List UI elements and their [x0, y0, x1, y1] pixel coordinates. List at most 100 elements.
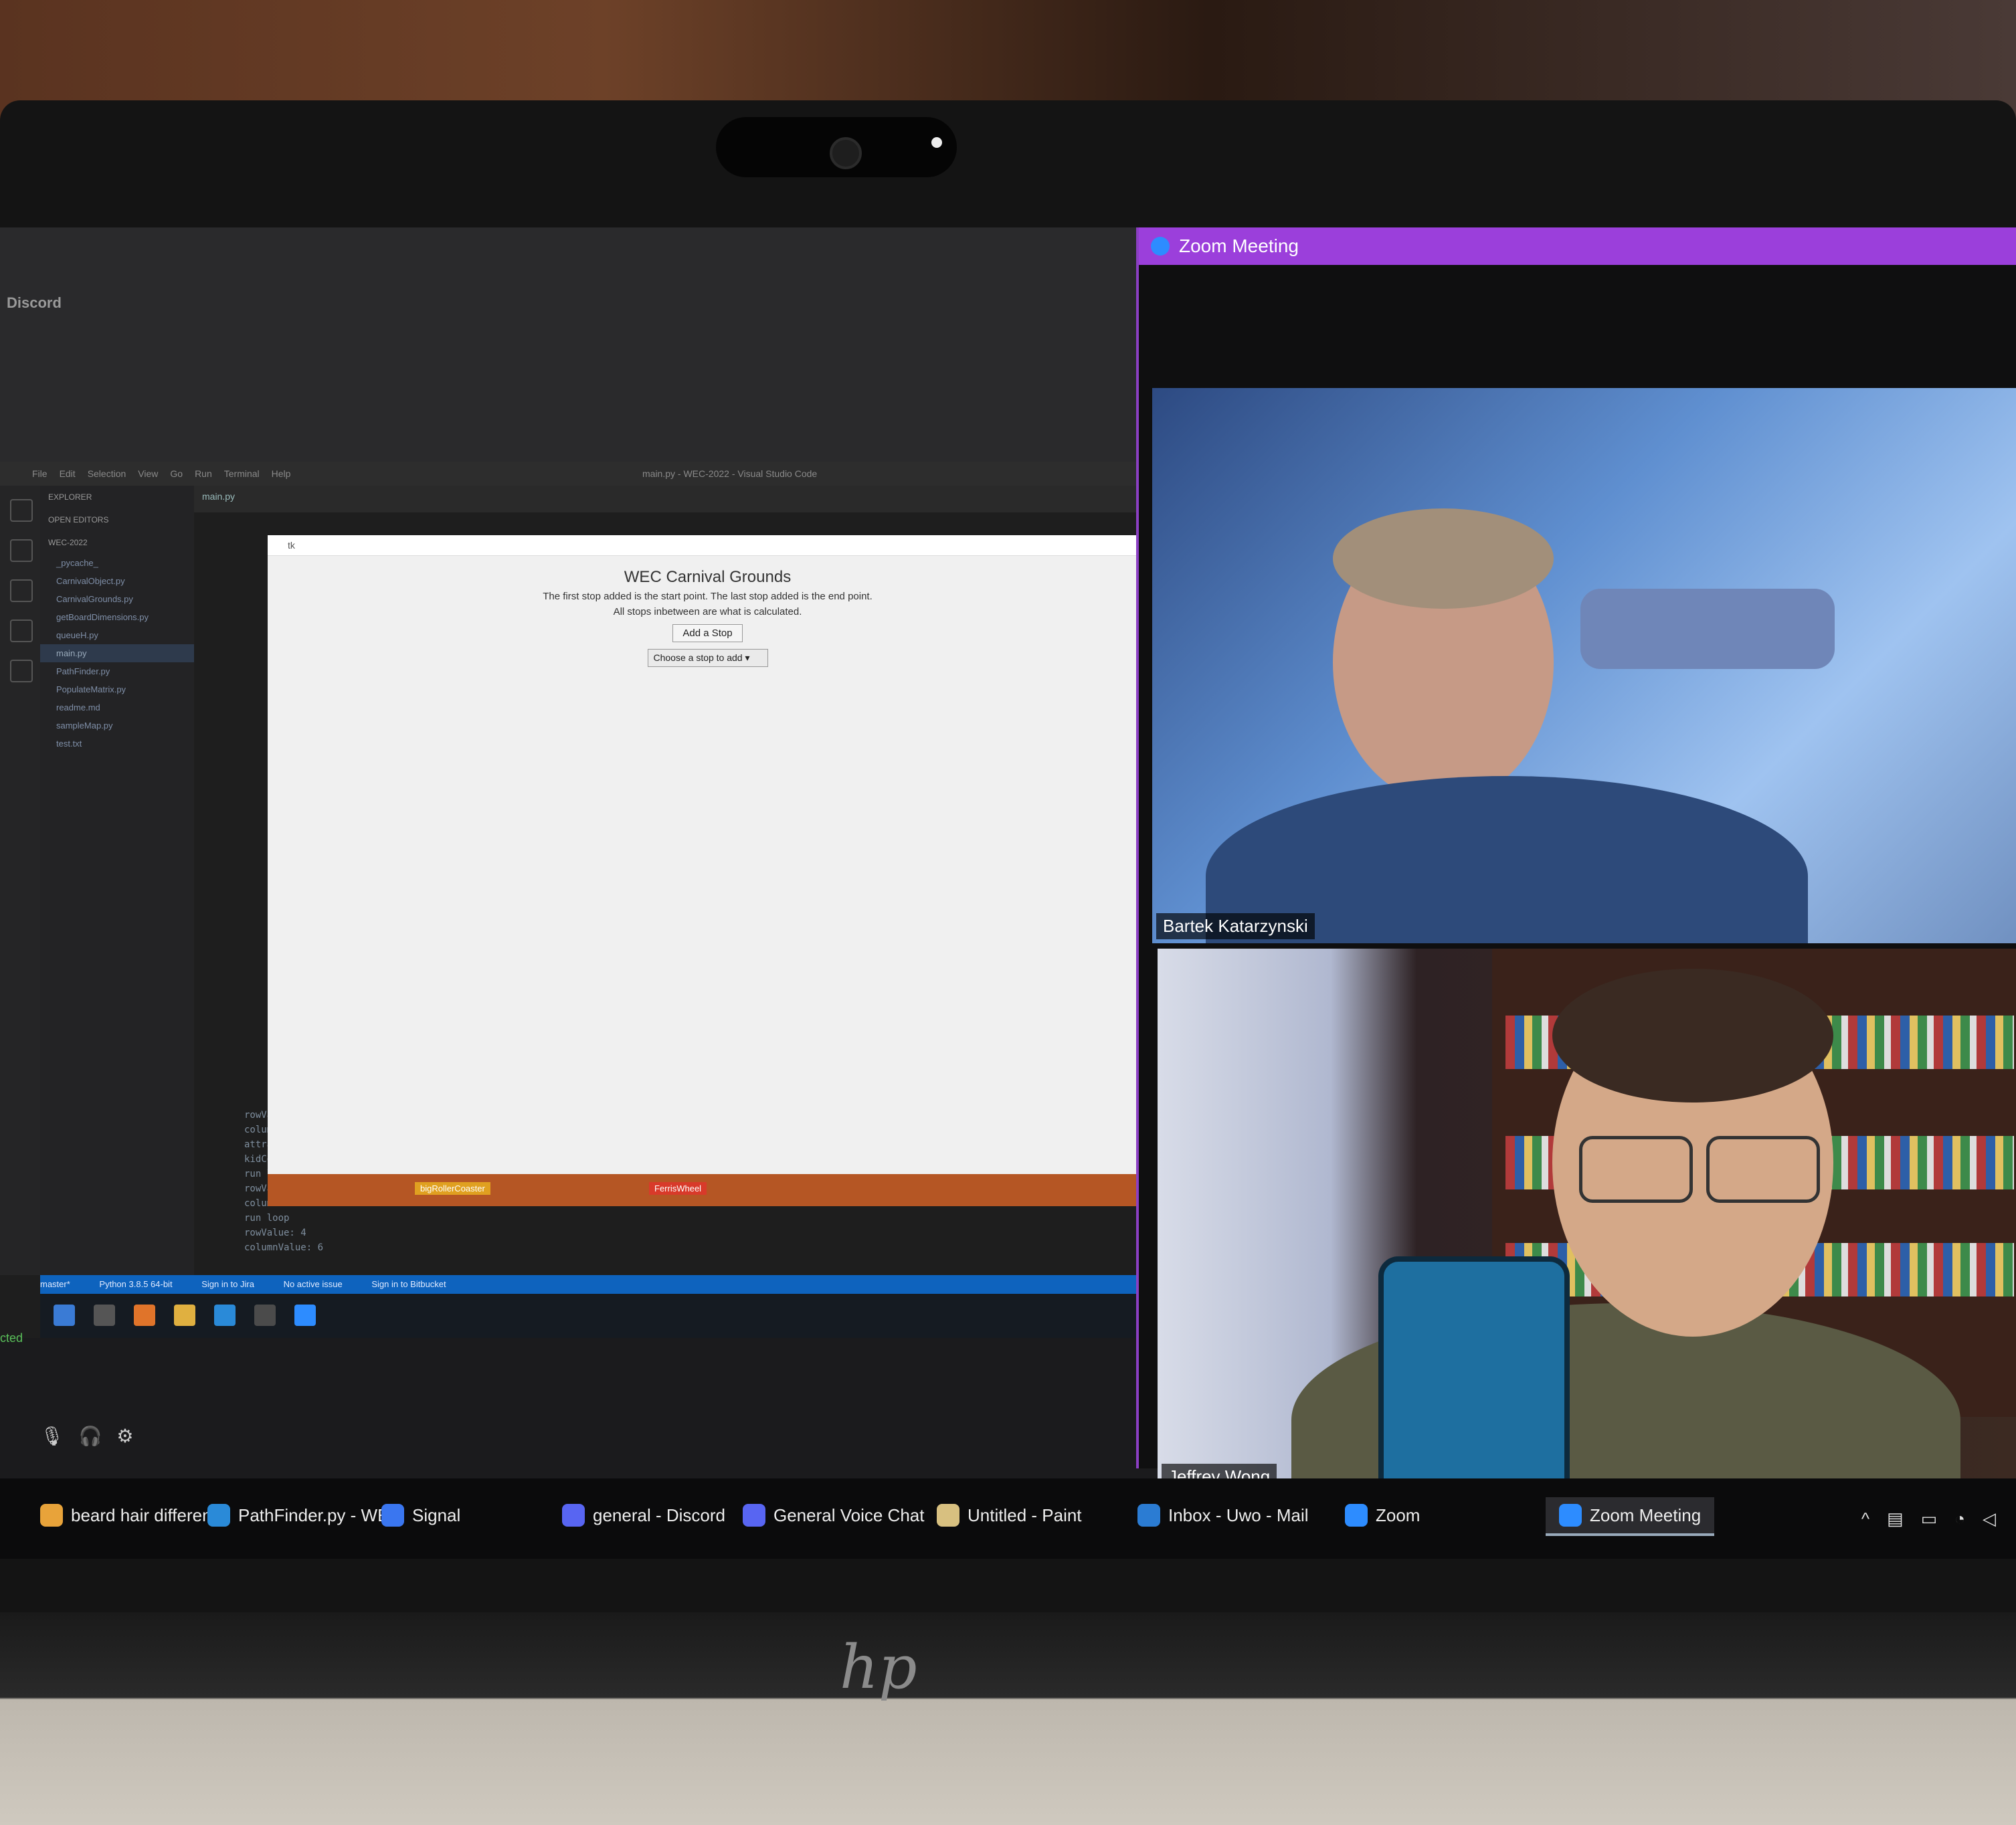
file-item[interactable]: CarnivalObject.py — [40, 572, 194, 590]
chevron-up-icon[interactable]: ^ — [1861, 1509, 1869, 1529]
taskbar-discord[interactable]: general - Discord — [562, 1497, 725, 1533]
file-item[interactable]: test.txt — [40, 735, 194, 753]
taskbar-paint[interactable]: Untitled - Paint — [937, 1497, 1082, 1533]
terminal-path-strip: bigRollerCoaster FerrisWheel — [268, 1174, 1148, 1206]
wifi-icon[interactable]: ◔ — [1954, 1509, 1965, 1529]
menu-help[interactable]: Help — [272, 468, 291, 479]
terminal-cell: FerrisWheel — [649, 1182, 707, 1195]
discord-window-top — [0, 227, 1137, 462]
explorer-icon[interactable] — [10, 499, 33, 522]
paint-icon — [937, 1504, 959, 1527]
file-item[interactable]: readme.md — [40, 698, 194, 716]
vscode-statusbar: master* Python 3.8.5 64-bit Sign in to J… — [40, 1275, 1144, 1294]
gear-icon[interactable]: ⚙ — [116, 1425, 133, 1447]
extensions-icon[interactable] — [10, 660, 33, 682]
vscode-icon[interactable] — [214, 1305, 236, 1326]
phone-image — [1378, 1256, 1570, 1494]
taskbar-discord-voice[interactable]: General Voice Chat — [743, 1497, 924, 1533]
taskbar-signal[interactable]: Signal — [381, 1497, 460, 1533]
network-icon[interactable]: ▤ — [1887, 1509, 1904, 1529]
webcam-lens — [830, 137, 862, 169]
vscode-menubar: File Edit Selection View Go Run Terminal… — [0, 462, 1144, 486]
taskbar-label: Zoom — [1376, 1505, 1421, 1525]
headphones-icon[interactable]: 🎧 — [79, 1425, 102, 1447]
search-icon[interactable] — [10, 539, 33, 562]
open-editors-header[interactable]: OPEN EDITORS — [40, 508, 194, 531]
code-line: rowValue: 4 — [244, 1228, 306, 1238]
chair-image — [1580, 589, 1835, 669]
discord-title: Discord — [7, 294, 62, 311]
taskbar-label: Untitled - Paint — [968, 1505, 1082, 1525]
status-branch[interactable]: master* — [40, 1279, 70, 1289]
menu-file[interactable]: File — [32, 468, 48, 479]
status-issue[interactable]: No active issue — [284, 1279, 343, 1289]
file-item[interactable]: PathFinder.py — [40, 662, 194, 680]
battery-icon[interactable]: ▭ — [1921, 1509, 1938, 1529]
zoom-icon[interactable] — [294, 1305, 316, 1326]
system-tray: ^ ▤ ▭ ◔ ◁ — [1861, 1509, 1996, 1529]
app-instruction-2: All stops inbetween are what is calculat… — [613, 606, 802, 617]
carnival-app-window: tk WEC Carnival Grounds The first stop a… — [268, 535, 1148, 1174]
source-control-icon[interactable] — [10, 579, 33, 602]
discord-controls: 🎙 🎧 ⚙ — [40, 1425, 134, 1447]
file-item[interactable]: PopulateMatrix.py — [40, 680, 194, 698]
menu-terminal[interactable]: Terminal — [224, 468, 260, 479]
folder-icon[interactable] — [174, 1305, 195, 1326]
taskbar-zoom[interactable]: Zoom — [1345, 1497, 1420, 1533]
stop-select-label: Choose a stop to add — [653, 652, 743, 663]
code-line: columnValue: 6 — [244, 1242, 324, 1253]
tk-titlebar: tk — [268, 535, 1148, 556]
menu-view[interactable]: View — [138, 468, 158, 479]
glasses-image — [1706, 1136, 1820, 1203]
windows-start-icon[interactable] — [54, 1305, 75, 1326]
taskbar-chrome[interactable]: beard hair different... — [40, 1497, 231, 1533]
volume-icon[interactable]: ◁ — [1983, 1509, 1996, 1529]
menu-run[interactable]: Run — [195, 468, 212, 479]
microphone-icon[interactable]: 🎙 — [40, 1425, 64, 1447]
file-item[interactable]: _pycache_ — [40, 554, 194, 572]
participant-name: Bartek Katarzynski — [1156, 913, 1315, 939]
menu-edit[interactable]: Edit — [60, 468, 76, 479]
chevron-down-icon: ▾ — [745, 652, 750, 663]
vscode-menu: File Edit Selection View Go Run Terminal… — [32, 468, 290, 479]
file-item[interactable]: CarnivalGrounds.py — [40, 590, 194, 608]
run-debug-icon[interactable] — [10, 619, 33, 642]
file-item[interactable]: sampleMap.py — [40, 716, 194, 735]
status-python[interactable]: Python 3.8.5 64-bit — [99, 1279, 172, 1289]
windows-taskbar: beard hair different... PathFinder.py - … — [0, 1478, 2016, 1559]
zoom-icon — [1345, 1504, 1368, 1527]
vscode-window-title: main.py - WEC-2022 - Visual Studio Code — [642, 468, 818, 479]
taskbar-label: Zoom Meeting — [1590, 1505, 1702, 1525]
explorer-header: EXPLORER — [48, 492, 92, 502]
taskbar-vscode[interactable]: PathFinder.py - WE... — [207, 1497, 403, 1533]
video-tile[interactable]: Jeffrey Wong — [1158, 949, 2016, 1494]
taskbar-label: Signal — [412, 1505, 461, 1525]
menu-go[interactable]: Go — [170, 468, 183, 479]
status-bitbucket[interactable]: Sign in to Bitbucket — [371, 1279, 446, 1289]
participant-hair — [1333, 508, 1554, 609]
add-stop-button[interactable]: Add a Stop — [672, 624, 743, 642]
activity-bar — [0, 486, 40, 1275]
zoom-icon — [1151, 236, 1170, 256]
search-icon[interactable] — [94, 1305, 115, 1326]
stop-select-dropdown[interactable]: Choose a stop to add ▾ — [647, 649, 768, 667]
code-line: run loop — [244, 1213, 290, 1224]
status-jira[interactable]: Sign in to Jira — [201, 1279, 254, 1289]
inner-taskbar — [40, 1294, 1144, 1338]
python-icon[interactable] — [254, 1305, 276, 1326]
file-item[interactable]: queueH.py — [40, 626, 194, 644]
menu-selection[interactable]: Selection — [88, 468, 126, 479]
glasses-image — [1579, 1136, 1693, 1203]
firefox-icon[interactable] — [134, 1305, 155, 1326]
tab-main-py[interactable]: main.py — [202, 491, 235, 502]
taskbar-zoom-meeting[interactable]: Zoom Meeting — [1546, 1497, 1715, 1536]
vscode-icon — [207, 1504, 230, 1527]
hp-logo: hp — [840, 1632, 917, 1703]
zoom-window: Zoom Meeting Bartek Katarzynski Jeffrey … — [1136, 227, 2016, 1494]
file-item[interactable]: getBoardDimensions.py — [40, 608, 194, 626]
video-tile[interactable]: Bartek Katarzynski — [1152, 388, 2016, 943]
file-item-selected[interactable]: main.py — [40, 644, 194, 662]
project-header[interactable]: WEC-2022 — [40, 531, 194, 554]
taskbar-mail[interactable]: Inbox - Uwo - Mail — [1137, 1497, 1309, 1533]
discord-side-status: cted — [0, 1331, 23, 1345]
